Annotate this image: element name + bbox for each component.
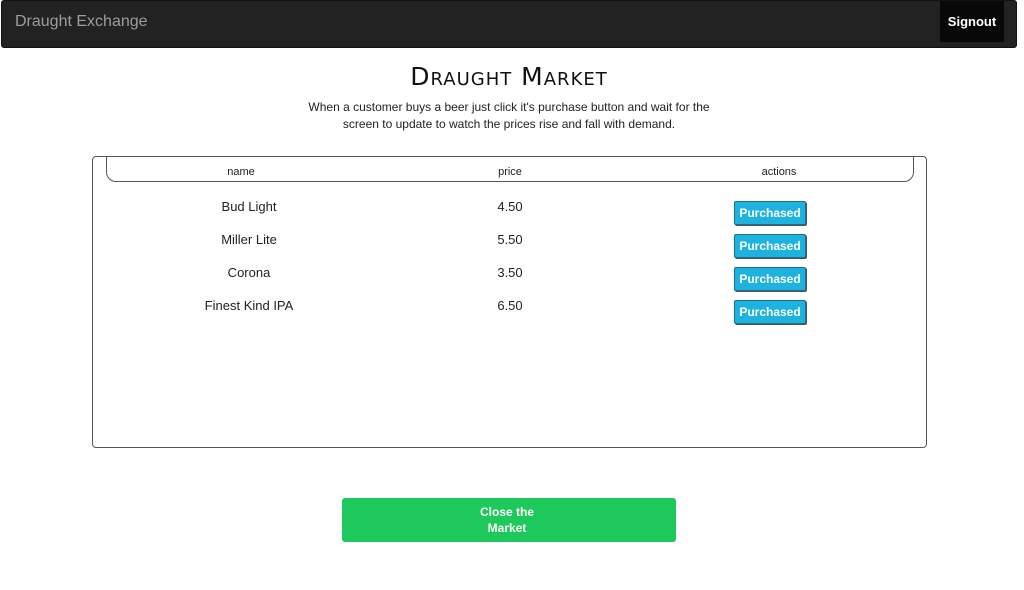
column-header-price: price [498,166,522,178]
purchase-button[interactable]: Purchased [734,234,806,258]
close-market-label-line-2: Market [487,521,527,535]
purchase-button[interactable]: Purchased [734,201,806,225]
column-header-name: name [227,166,255,178]
beer-name: Finest Kind IPA [204,298,294,313]
subtitle-line-2: screen to update to watch the prices ris… [342,117,676,131]
beer-price: 5.50 [497,232,523,247]
beer-name: Corona [227,265,271,280]
purchase-button[interactable]: Purchased [734,267,806,291]
beer-name: Miller Lite [221,232,277,247]
table-row: Corona 3.50 Purchased [93,265,926,295]
close-market-label-line-1: Close the [479,505,534,519]
beer-price: 3.50 [497,265,523,280]
column-header-actions: actions [761,166,797,178]
subtitle-line-1: When a customer buys a beer just click i… [308,100,710,114]
market-table-panel: name price actions Bud Light 4.50 Purcha… [92,156,927,448]
table-header: name price actions [106,157,914,182]
brand-link[interactable]: Draught Exchange [15,13,148,31]
signout-button[interactable]: Signout [940,1,1004,42]
beer-price: 4.50 [497,199,523,214]
page-subtitle: When a customer buys a beer just click i… [0,99,1018,133]
beer-price: 6.50 [497,298,523,313]
table-row: Finest Kind IPA 6.50 Purchased [93,298,926,328]
table-row: Bud Light 4.50 Purchased [93,199,926,229]
top-navbar: Draught Exchange Signout [1,0,1017,48]
purchase-button[interactable]: Purchased [734,300,806,324]
close-market-button[interactable]: Close the Market [342,498,676,542]
beer-name: Bud Light [221,199,277,214]
table-row: Miller Lite 5.50 Purchased [93,232,926,262]
page-title: Draught Market [410,62,608,91]
